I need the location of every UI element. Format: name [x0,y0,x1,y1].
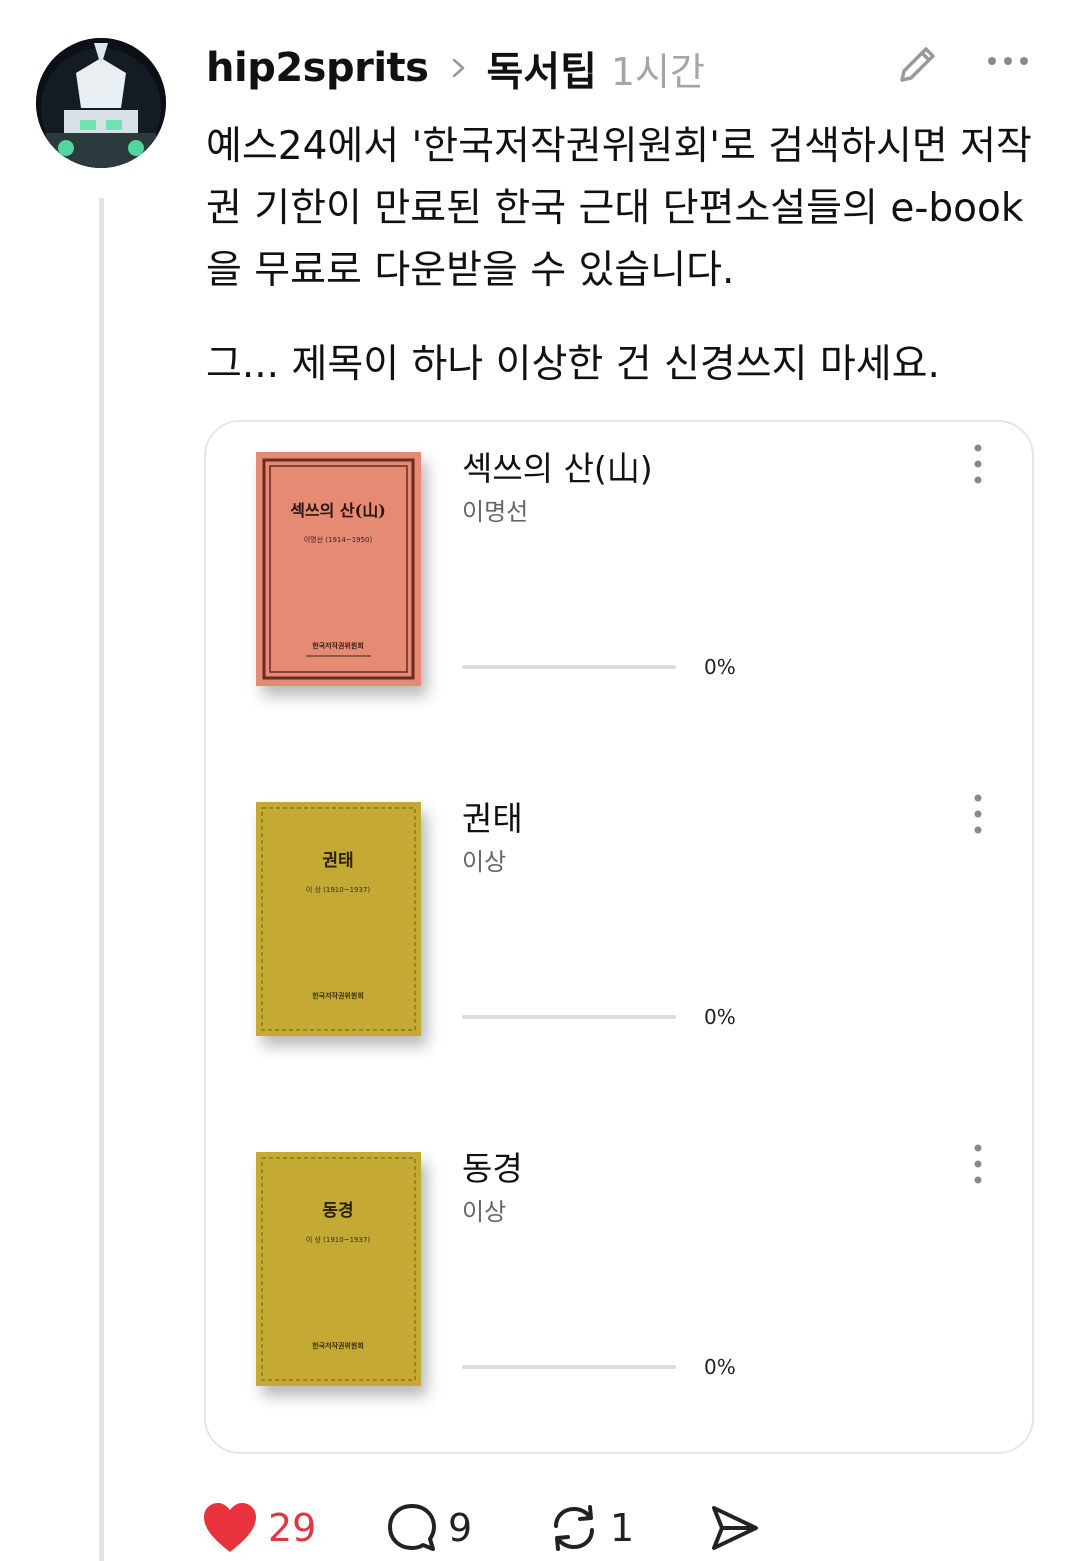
topic-tag[interactable]: 독서팁 [486,39,596,97]
like-count: 29 [268,1506,317,1550]
more-dots-icon[interactable] [984,46,1032,76]
book-title[interactable]: 동경 [462,1142,523,1190]
comment-button[interactable]: 9 [386,1496,472,1560]
book-more-icon[interactable] [966,442,990,486]
progress-percent: 0% [704,1355,736,1379]
robot-avatar-icon [36,38,166,168]
reading-progress-bar [462,665,676,669]
comment-count: 9 [448,1506,473,1550]
repost-icon [554,1505,594,1551]
book-item[interactable]: 권태 이 상 (1910~1937) 한국저작권위원회 권태 이상 0% [206,772,1032,1072]
cover-subtitle: 이명선 (1914~1950) [304,535,373,544]
chevron-right-icon [453,58,465,78]
progress-percent: 0% [704,1005,736,1029]
pencil-icon[interactable] [894,40,942,88]
cover-publisher: 한국저작권위원회 [312,1341,364,1350]
send-icon [712,1506,758,1550]
book-author: 이상 [462,848,507,876]
reading-progress-bar [462,1015,676,1019]
progress-percent: 0% [704,655,736,679]
repost-count: 1 [610,1506,635,1550]
book-item[interactable]: 섹쓰의 산(山) 이명선 (1914~1950) 한국저작권위원회 섹쓰의 산(… [206,422,1032,722]
book-cover[interactable]: 섹쓰의 산(山) 이명선 (1914~1950) 한국저작권위원회 [256,452,421,686]
book-cover[interactable]: 권태 이 상 (1910~1937) 한국저작권위원회 [256,802,421,1036]
cover-subtitle: 이 상 (1910~1937) [306,885,371,894]
book-more-icon[interactable] [966,1142,990,1186]
cover-publisher: 한국저작권위원회 [312,641,364,650]
ebook-list-card[interactable]: 섹쓰의 산(山) 이명선 (1914~1950) 한국저작권위원회 섹쓰의 산(… [204,420,1034,1454]
like-button[interactable]: 29 [202,1496,316,1560]
post-time: 1시간 [610,49,705,94]
username[interactable]: hip2sprits [206,45,429,91]
share-button[interactable] [708,1496,760,1560]
book-item[interactable]: 동경 이 상 (1910~1937) 한국저작권위원회 동경 이상 0% [206,1122,1032,1422]
book-more-icon[interactable] [966,792,990,836]
book-title[interactable]: 권태 [462,792,523,840]
book-title[interactable]: 섹쓰의 산(山) [462,442,653,490]
post-actions: 29 9 1 [200,1496,800,1560]
repost-button[interactable]: 1 [548,1496,634,1560]
reading-progress-bar [462,1365,676,1369]
post-paragraph: 예스24에서 '한국저작권위원회'로 검색하시면 저작권 기한이 만료된 한국 … [206,124,1032,293]
book-cover[interactable]: 동경 이 상 (1910~1937) 한국저작권위원회 [256,1152,421,1386]
cover-title: 권태 [322,851,353,871]
cover-title: 동경 [322,1201,353,1221]
cover-title: 섹쓰의 산(山) [290,501,386,520]
comment-icon [388,1504,436,1551]
post-paragraph: 그... 제목이 하나 이상한 건 신경쓰지 마세요. [206,342,940,387]
book-author: 이상 [462,1198,507,1226]
thread-line [99,198,104,1561]
post-header: hip2sprits 독서팁 1시간 [206,36,705,100]
post-body: 예스24에서 '한국저작권위원회'로 검색하시면 저작권 기한이 만료된 한국 … [206,116,1046,396]
cover-subtitle: 이 상 (1910~1937) [306,1235,371,1244]
cover-publisher: 한국저작권위원회 [312,991,364,1000]
avatar[interactable] [36,38,166,168]
heart-icon [204,1503,256,1552]
book-author: 이명선 [462,498,529,526]
